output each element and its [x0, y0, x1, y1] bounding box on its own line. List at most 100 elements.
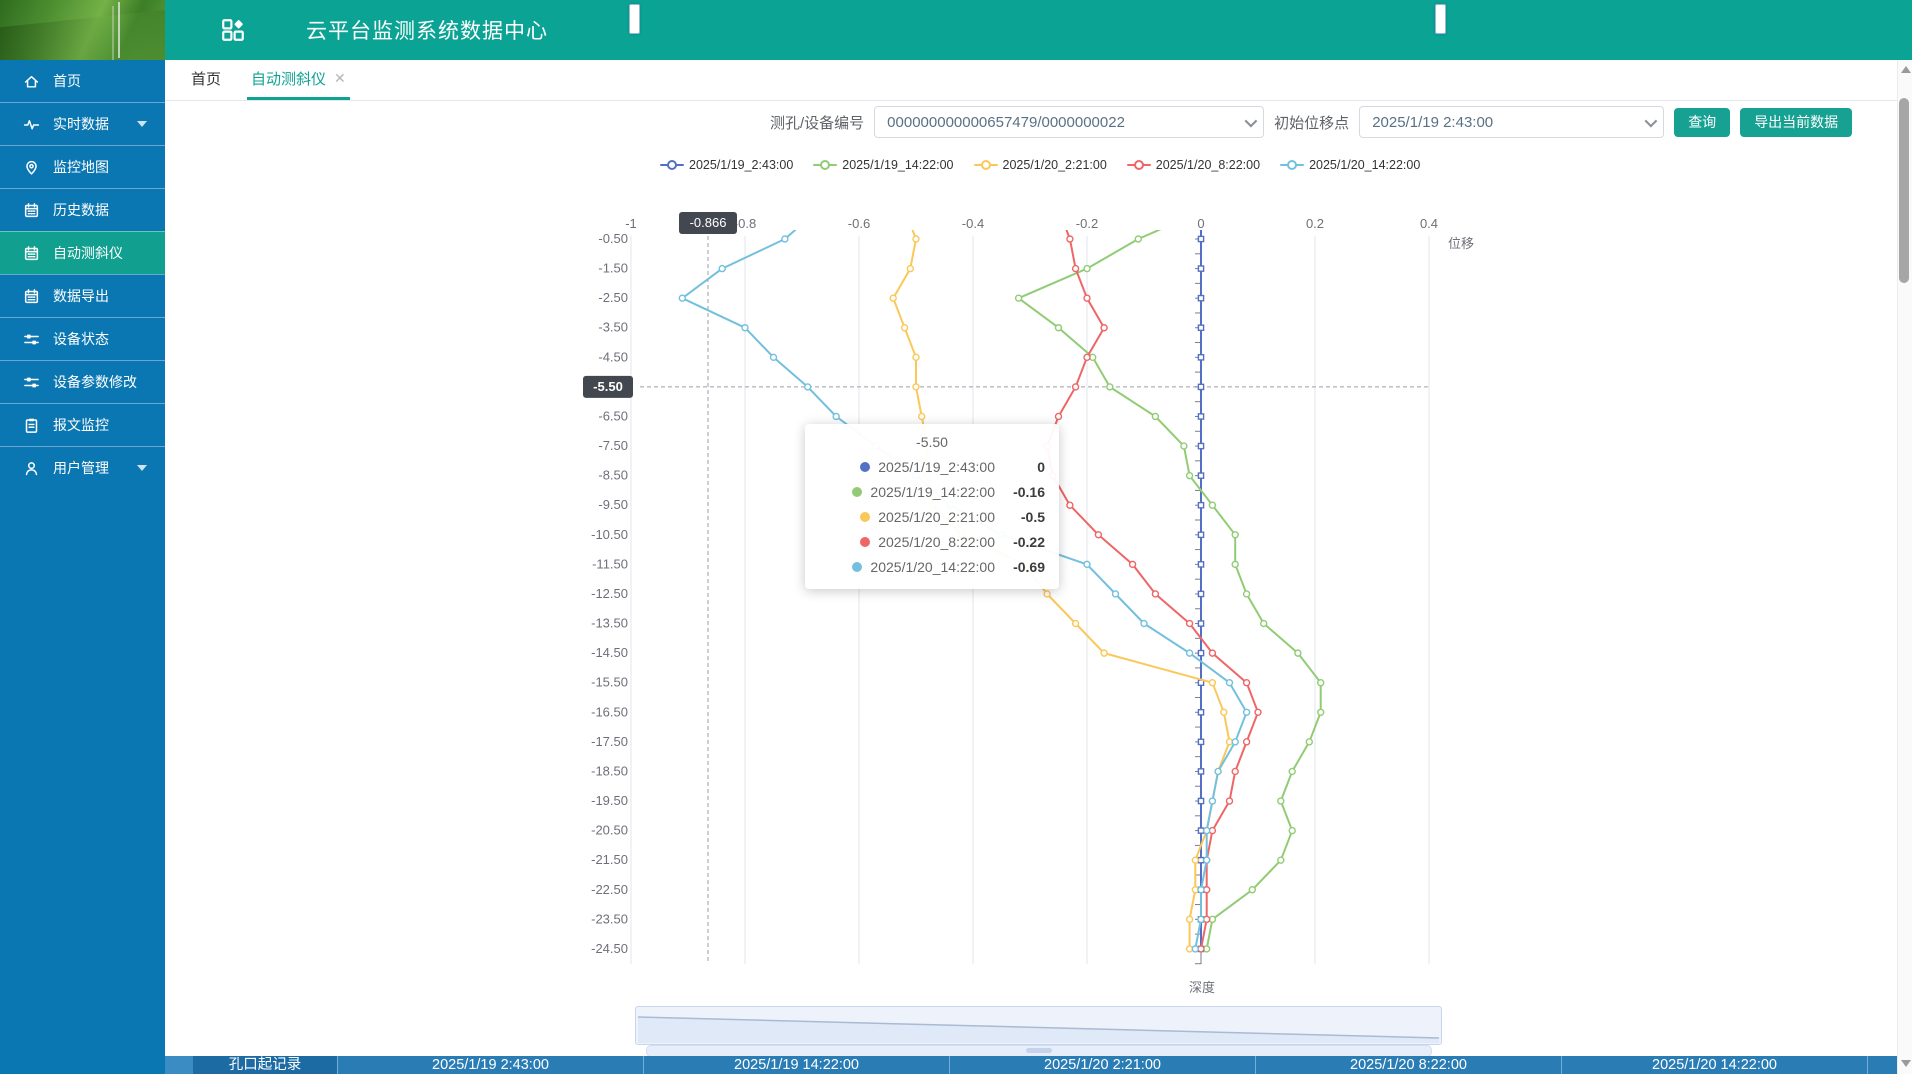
sidebar-item-label: 数据导出 [53, 286, 109, 306]
device-select-value: 000000000000657479/0000000022 [887, 114, 1125, 131]
depth-axis-label: -16.50 [591, 704, 628, 719]
bottom-bar-lead [165, 1056, 193, 1074]
legend-item-0[interactable]: 2025/1/19_2:43:00 [660, 158, 793, 172]
legend-item-4[interactable]: 2025/1/20_14:22:00 [1280, 158, 1420, 172]
chevron-down-icon [1245, 115, 1258, 128]
tooltip-series-name: 2025/1/20_2:21:00 [878, 509, 995, 525]
x-axis-tick-label: -0.2 [1076, 216, 1098, 231]
series-dot-icon [860, 462, 870, 472]
tooltip-series-value: -0.5 [995, 509, 1045, 525]
chart-tooltip: -5.50 2025/1/19_2:43:0002025/1/19_14:22:… [805, 424, 1059, 589]
legend-label: 2025/1/19_14:22:00 [842, 158, 953, 172]
depth-axis-label: -20.50 [591, 823, 628, 838]
origin-select-label: 初始位移点 [1274, 112, 1349, 133]
sidebar-item-label: 历史数据 [53, 200, 109, 220]
record-date-cell: 2025/1/20 8:22:00 [1255, 1056, 1561, 1074]
sidebar-item-4[interactable]: 自动测斜仪 [0, 231, 165, 274]
depth-axis-label: -3.50 [598, 320, 628, 335]
depth-axis-label: -4.50 [598, 349, 628, 364]
legend-item-2[interactable]: 2025/1/20_2:21:00 [974, 158, 1107, 172]
sidebar-photo [0, 0, 165, 60]
depth-axis-label: -19.50 [591, 793, 628, 808]
sliders-icon [23, 374, 40, 391]
legend-label: 2025/1/20_8:22:00 [1156, 158, 1260, 172]
tab-home[interactable]: 首页 [187, 60, 225, 100]
sidebar-item-9[interactable]: 用户管理 [0, 446, 165, 489]
orifice-record-label: 孔口起记录 [193, 1056, 337, 1074]
depth-axis-label: -22.50 [591, 882, 628, 897]
pulse-icon [23, 116, 40, 133]
origin-select-value: 2025/1/19 2:43:00 [1372, 114, 1493, 131]
device-select[interactable]: 000000000000657479/0000000022 [874, 106, 1264, 138]
datazoom-grip[interactable] [1026, 1048, 1052, 1053]
origin-point-select[interactable]: 2025/1/19 2:43:00 [1359, 106, 1664, 138]
depth-axis-label: -13.50 [591, 616, 628, 631]
legend-item-3[interactable]: 2025/1/20_8:22:00 [1127, 158, 1260, 172]
query-button[interactable]: 查询 [1674, 108, 1730, 137]
sidebar: 首页实时数据监控地图历史数据自动测斜仪数据导出设备状态设备参数修改报文监控用户管… [0, 0, 165, 1074]
caret-down-icon [137, 121, 147, 127]
scroll-down-icon[interactable] [1901, 1060, 1911, 1067]
scroll-up-icon[interactable] [1901, 66, 1911, 73]
x-axis-tick-label: -0.4 [962, 216, 984, 231]
sidebar-item-label: 实时数据 [53, 114, 109, 134]
calendar-icon [23, 288, 40, 305]
series-dot-icon [852, 562, 862, 572]
legend-item-1[interactable]: 2025/1/19_14:22:00 [813, 158, 953, 172]
legend-marker [1280, 159, 1304, 171]
sidebar-item-7[interactable]: 设备参数修改 [0, 360, 165, 403]
depth-axis-label: -8.50 [598, 468, 628, 483]
tooltip-series-value: -0.22 [995, 534, 1045, 550]
series-markers-1 [1016, 236, 1324, 952]
tooltip-row: 2025/1/20_8:22:00-0.22 [819, 529, 1045, 554]
sidebar-item-label: 自动测斜仪 [53, 243, 123, 263]
tooltip-series-value: -0.69 [995, 559, 1045, 575]
sidebar-item-2[interactable]: 监控地图 [0, 145, 165, 188]
tab-close-icon[interactable]: ✕ [334, 70, 346, 87]
export-data-button[interactable]: 导出当前数据 [1740, 108, 1852, 137]
series-dot-icon [860, 537, 870, 547]
home-icon [23, 73, 40, 90]
datazoom-slider[interactable] [635, 1006, 1442, 1045]
series-line-3 [1047, 224, 1258, 949]
caret-down-icon [137, 465, 147, 471]
record-date-cell: 2025/1/19 14:22:00 [643, 1056, 949, 1074]
sidebar-item-5[interactable]: 数据导出 [0, 274, 165, 317]
depth-axis-label: -23.50 [591, 911, 628, 926]
datazoom-right-handle[interactable] [1435, 4, 1446, 34]
datazoom-left-handle[interactable] [629, 4, 640, 34]
tooltip-row: 2025/1/20_14:22:00-0.69 [819, 554, 1045, 579]
legend-marker [660, 159, 684, 171]
record-date-cell: 2025/1/19 2:43:00 [337, 1056, 643, 1074]
legend-marker [974, 159, 998, 171]
scrollbar-thumb[interactable] [1899, 98, 1909, 283]
tooltip-depth-title: -5.50 [819, 434, 1045, 450]
depth-axis-label: -6.50 [598, 408, 628, 423]
tooltip-row: 2025/1/19_2:43:000 [819, 454, 1045, 479]
sidebar-item-8[interactable]: 报文监控 [0, 403, 165, 446]
x-axis-name: 位移 [1448, 236, 1474, 251]
sidebar-item-1[interactable]: 实时数据 [0, 102, 165, 145]
tooltip-row: 2025/1/20_2:21:00-0.5 [819, 504, 1045, 529]
tooltip-series-value: -0.16 [995, 484, 1045, 500]
chart-legend: 2025/1/19_2:43:00 2025/1/19_14:22:00 2025/… [660, 158, 1420, 172]
dashboard-grid-icon [220, 17, 246, 43]
x-axis-tick-label: 0.2 [1306, 216, 1324, 231]
sidebar-item-6[interactable]: 设备状态 [0, 317, 165, 360]
depth-axis-label: -14.50 [591, 645, 628, 660]
tab-inclinometer-label: 自动测斜仪 [251, 68, 326, 89]
tab-bar: 首页 自动测斜仪 ✕ [165, 60, 1912, 101]
series-dot-icon [860, 512, 870, 522]
tab-inclinometer[interactable]: 自动测斜仪 ✕ [247, 60, 350, 100]
legend-marker [1127, 159, 1151, 171]
axis-pointer-x-label: -0.866 [679, 212, 737, 234]
depth-axis-label: -11.50 [592, 556, 628, 571]
depth-axis-label: -0.50 [598, 231, 628, 246]
sidebar-item-0[interactable]: 首页 [0, 60, 165, 102]
depth-axis-label: -1.50 [598, 261, 628, 276]
sidebar-item-label: 用户管理 [53, 458, 109, 478]
depth-axis-label: -18.50 [591, 763, 628, 778]
sidebar-item-label: 监控地图 [53, 157, 109, 177]
sidebar-item-3[interactable]: 历史数据 [0, 188, 165, 231]
record-date-cell: 2025/1/20 2:21:00 [949, 1056, 1255, 1074]
